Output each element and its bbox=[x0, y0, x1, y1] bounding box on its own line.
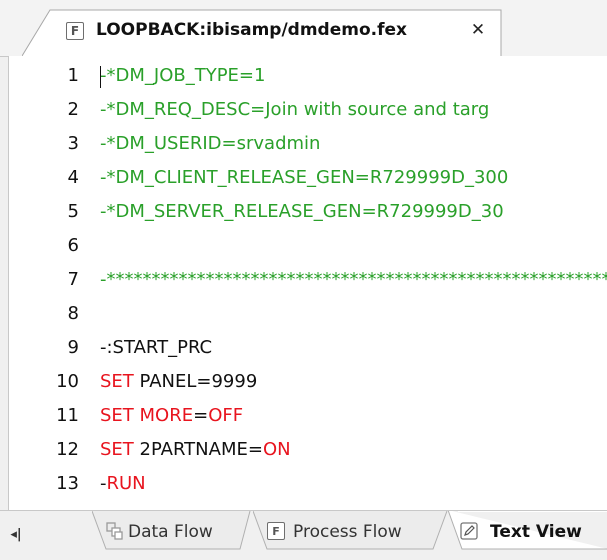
line-number: 12 bbox=[56, 439, 79, 460]
tab-process-flow-label: Process Flow bbox=[293, 522, 402, 542]
line-number: 1 bbox=[67, 65, 79, 86]
document-tab[interactable]: F LOOPBACK:ibisamp/dmdemo.fex ✕ bbox=[22, 9, 502, 57]
code-token: PANEL=9999 bbox=[133, 371, 258, 392]
tab-text-view[interactable]: Text View bbox=[448, 511, 607, 551]
keyword-token: ON bbox=[262, 439, 291, 460]
code-line[interactable]: 12 SET 2PARTNAME=ON bbox=[9, 433, 607, 467]
line-number: 9 bbox=[67, 337, 79, 358]
close-tab-icon[interactable]: ✕ bbox=[469, 21, 487, 39]
code-token: = bbox=[193, 405, 209, 426]
keyword-token: SET bbox=[100, 439, 134, 460]
comment-token: -*DM_SERVER_RELEASE_GEN=R729999D_30 bbox=[100, 201, 504, 222]
code-line[interactable]: 3 -*DM_USERID=srvadmin bbox=[9, 127, 607, 161]
comment-token: -***************************************… bbox=[100, 269, 607, 290]
tab-text-view-label: Text View bbox=[490, 522, 582, 542]
process-flow-icon: F bbox=[267, 522, 285, 540]
data-flow-icon bbox=[106, 522, 123, 540]
code-line[interactable]: 6 bbox=[9, 229, 607, 263]
comment-token: -*DM_CLIENT_RELEASE_GEN=R729999D_300 bbox=[100, 167, 509, 188]
keyword-token: RUN bbox=[106, 473, 146, 494]
document-tab-strip: F LOOPBACK:ibisamp/dmdemo.fex ✕ bbox=[0, 0, 607, 57]
code-text: SET PANEL=9999 bbox=[100, 365, 257, 399]
line-number: 10 bbox=[56, 371, 79, 392]
code-text: -:START_PRC bbox=[100, 331, 212, 365]
code-text: -*DM_CLIENT_RELEASE_GEN=R729999D_300 bbox=[100, 161, 508, 195]
text-cursor bbox=[100, 66, 101, 88]
line-number: 5 bbox=[67, 201, 79, 222]
code-token: 2PARTNAME= bbox=[133, 439, 263, 460]
code-line[interactable]: 4 -*DM_CLIENT_RELEASE_GEN=R729999D_300 bbox=[9, 161, 607, 195]
keyword-token: OFF bbox=[208, 405, 244, 426]
line-number: 6 bbox=[67, 235, 79, 256]
code-line[interactable]: 9 -:START_PRC bbox=[9, 331, 607, 365]
code-text: SET 2PARTNAME=ON bbox=[100, 433, 291, 467]
line-number: 3 bbox=[67, 133, 79, 154]
tab-data-flow-label: Data Flow bbox=[128, 522, 213, 542]
pencil-icon bbox=[460, 522, 478, 540]
code-line[interactable]: 7 -**************************************… bbox=[9, 263, 607, 297]
code-line[interactable]: 2 -*DM_REQ_DESC=Join with source and targ bbox=[9, 93, 607, 127]
code-line[interactable]: 13 -RUN bbox=[9, 467, 607, 501]
code-token: -:START_PRC bbox=[100, 337, 213, 358]
code-text: -RUN bbox=[100, 467, 146, 501]
tab-process-flow[interactable]: F Process Flow bbox=[253, 511, 449, 551]
line-number: 2 bbox=[67, 99, 79, 120]
code-text: -*DM_SERVER_RELEASE_GEN=R729999D_30 bbox=[100, 195, 504, 229]
code-text: SET MORE=OFF bbox=[100, 399, 243, 433]
code-line[interactable]: 1 -*DM_JOB_TYPE=1 bbox=[9, 59, 607, 93]
code-text: -*DM_JOB_TYPE=1 bbox=[100, 59, 265, 93]
keyword-token: MORE bbox=[139, 405, 194, 426]
line-number: 11 bbox=[56, 405, 79, 426]
keyword-token: SET bbox=[100, 405, 134, 426]
line-number: 7 bbox=[67, 269, 79, 290]
comment-token: -*DM_JOB_TYPE=1 bbox=[100, 65, 266, 86]
line-number: 13 bbox=[56, 473, 79, 494]
document-tab-title: LOOPBACK:ibisamp/dmdemo.fex bbox=[96, 20, 407, 40]
first-tab-nav-icon[interactable]: ◂| bbox=[6, 525, 26, 545]
line-number: 4 bbox=[67, 167, 79, 188]
code-line[interactable]: 5 -*DM_SERVER_RELEASE_GEN=R729999D_30 bbox=[9, 195, 607, 229]
comment-token: -*DM_REQ_DESC=Join with source and targ bbox=[100, 99, 490, 120]
code-line[interactable]: 11 SET MORE=OFF bbox=[9, 399, 607, 433]
code-line[interactable]: 10 SET PANEL=9999 bbox=[9, 365, 607, 399]
code-line[interactable]: 8 bbox=[9, 297, 607, 331]
code-text: -***************************************… bbox=[100, 263, 607, 297]
comment-token: -*DM_USERID=srvadmin bbox=[100, 133, 321, 154]
fex-file-icon: F bbox=[66, 22, 84, 40]
code-text: -*DM_USERID=srvadmin bbox=[100, 127, 320, 161]
view-tab-strip: ◂| Data Flow F Process Flow Text View bbox=[0, 510, 607, 560]
code-text: -*DM_REQ_DESC=Join with source and targ bbox=[100, 93, 489, 127]
tab-data-flow[interactable]: Data Flow bbox=[92, 511, 252, 551]
code-editor[interactable]: 1 -*DM_JOB_TYPE=1 2 -*DM_REQ_DESC=Join with… bbox=[8, 56, 607, 510]
line-number: 8 bbox=[67, 303, 79, 324]
keyword-token: SET bbox=[100, 371, 134, 392]
